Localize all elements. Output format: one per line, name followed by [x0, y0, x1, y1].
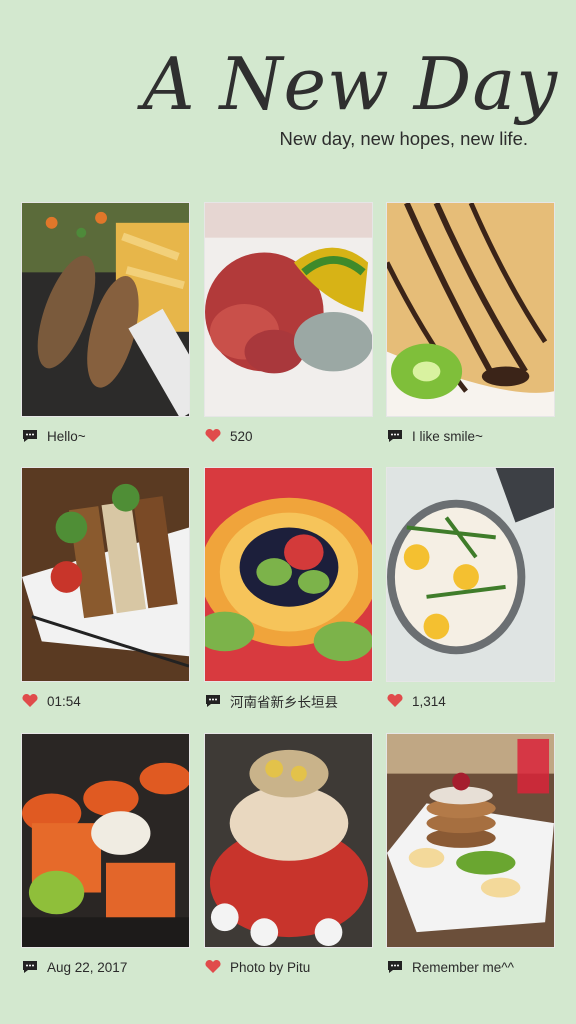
- page-subtitle: New day, new hopes, new life.: [279, 128, 528, 149]
- photo-caption: Aug 22, 2017: [21, 957, 221, 977]
- caption-text: 01:54: [47, 693, 81, 709]
- photo-caption: Hello~: [21, 426, 221, 446]
- heart-icon: [21, 693, 39, 709]
- comment-icon: [21, 428, 39, 444]
- photo-caption: I like smile~: [386, 426, 576, 446]
- caption-text: I like smile~: [412, 428, 483, 444]
- photo-eggs-pizza[interactable]: [386, 467, 555, 682]
- photo-hotpot-tower[interactable]: [204, 733, 373, 948]
- photo-crepe-chocolate[interactable]: [386, 202, 555, 417]
- photo-caption: 1,314: [386, 691, 576, 711]
- photo-grilled-fries[interactable]: [21, 202, 190, 417]
- photo-caption: Remember me^^: [386, 957, 576, 977]
- photo-fruit-tart[interactable]: [204, 467, 373, 682]
- photo-pancakes[interactable]: [386, 733, 555, 948]
- caption-text: Aug 22, 2017: [47, 959, 128, 975]
- caption-text: Photo by Pitu: [230, 959, 311, 975]
- photo-sushi-rolls[interactable]: [21, 733, 190, 948]
- photo-grilled-eel-skewers[interactable]: [21, 467, 190, 682]
- photo-caption: 01:54: [21, 691, 221, 711]
- photo-caption: 河南省新乡长垣县: [204, 691, 404, 711]
- comment-icon: [21, 959, 39, 975]
- header: A New Day New day, new hopes, new life.: [0, 0, 576, 190]
- caption-text: Remember me^^: [412, 959, 514, 975]
- heart-icon: [386, 693, 404, 709]
- page-title: A New Day: [142, 42, 558, 126]
- heart-icon: [204, 428, 222, 444]
- caption-text: Hello~: [47, 428, 86, 444]
- comment-icon: [386, 428, 404, 444]
- comment-icon: [386, 959, 404, 975]
- caption-text: 河南省新乡长垣县: [230, 695, 338, 710]
- comment-icon: [204, 693, 222, 709]
- photo-caption: Photo by Pitu: [204, 957, 404, 977]
- caption-text: 1,314: [412, 693, 446, 709]
- photo-caption: 520: [204, 426, 404, 446]
- heart-icon: [204, 959, 222, 975]
- photo-cured-meat-platter[interactable]: [204, 202, 373, 417]
- caption-text: 520: [230, 428, 253, 444]
